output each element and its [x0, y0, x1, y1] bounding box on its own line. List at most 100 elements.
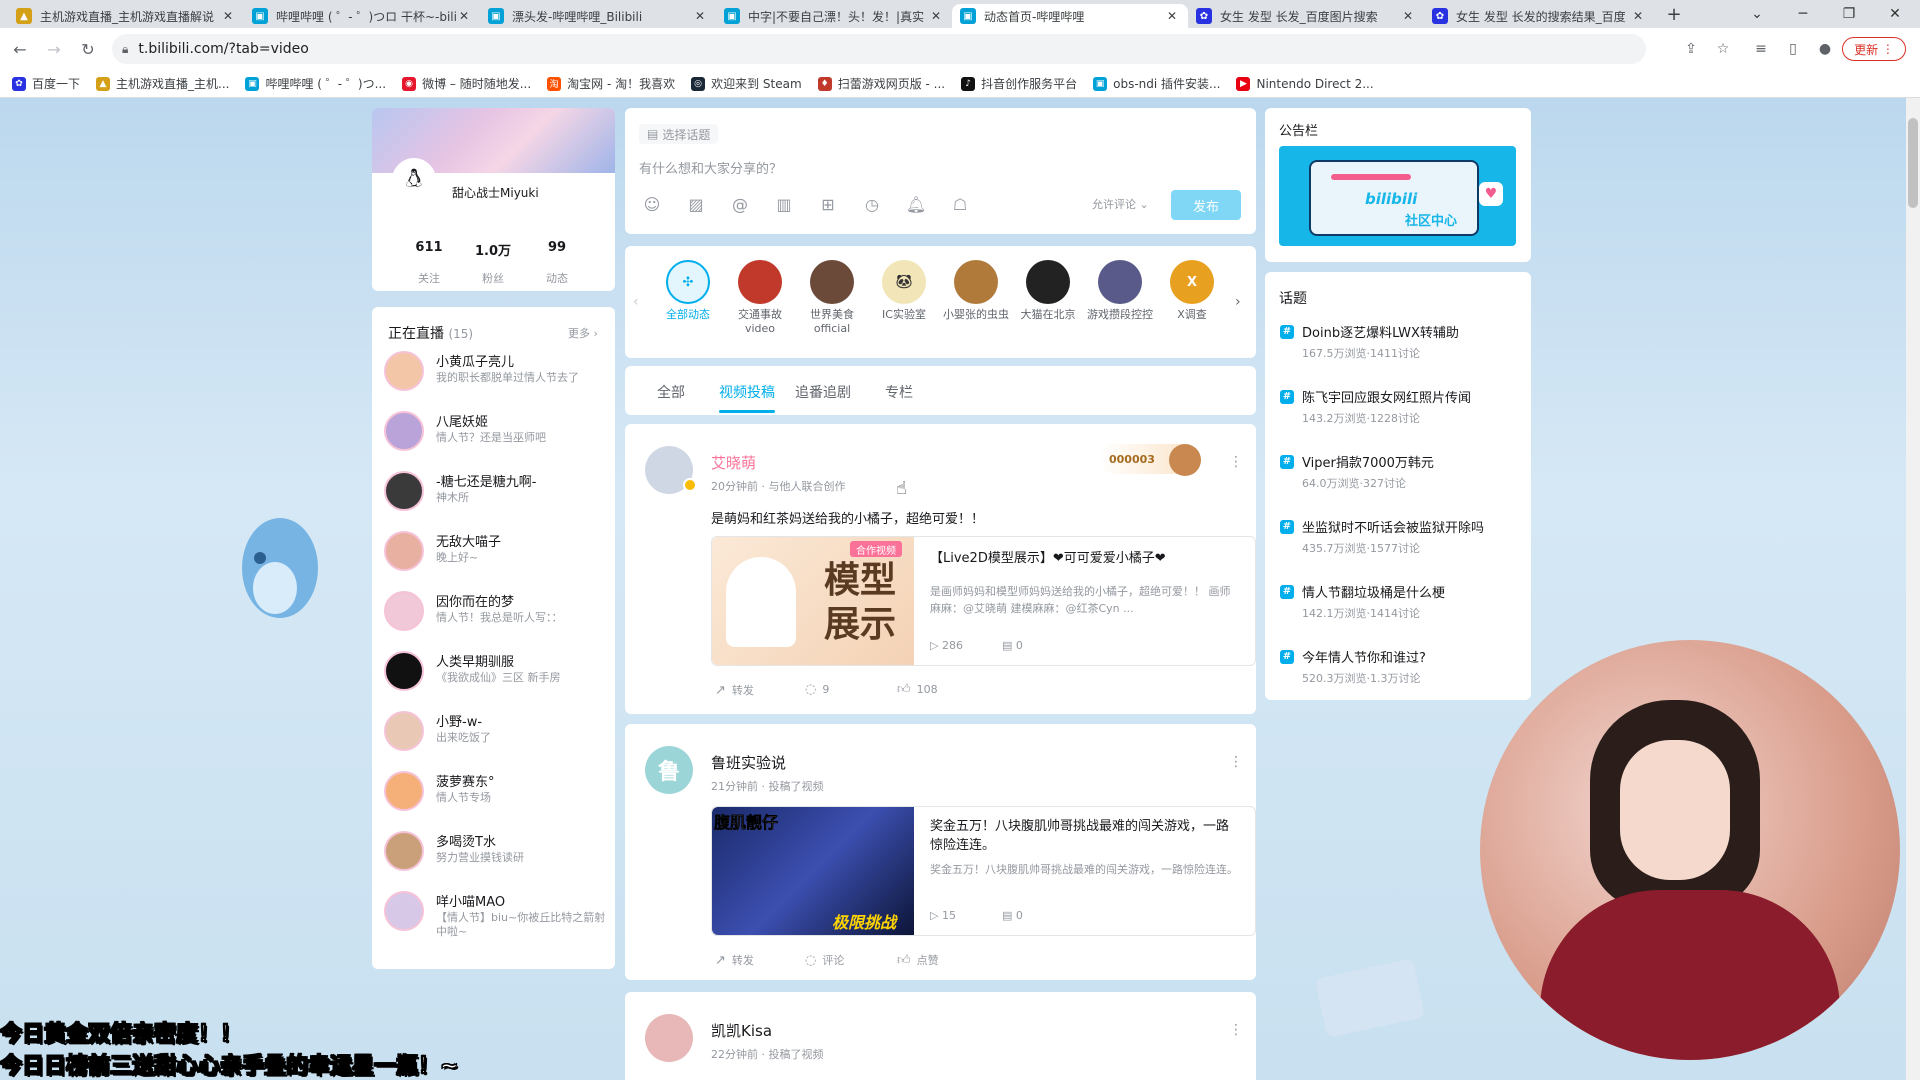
tab-all[interactable]: 全部: [657, 382, 685, 402]
close-icon[interactable]: ✕: [456, 9, 472, 23]
live-item[interactable]: 因你而在的梦 情人节！我总是听人写：：: [384, 587, 604, 639]
up-item[interactable]: 🐼︎ IC实验室: [869, 260, 939, 322]
reminder-icon[interactable]: 🔔︎: [905, 193, 927, 215]
minimize-icon[interactable]: ─: [1780, 0, 1826, 28]
up-item-all[interactable]: ✣ 全部动态: [653, 260, 723, 322]
bookmark-item[interactable]: ▣ 哔哩哔哩 ( ゜- ゜)つ...: [245, 75, 386, 92]
video-card[interactable]: 模型展示 合作视频 【Live2D模型展示】❤可可爱爱小橘子❤ 是画师妈妈和模型…: [711, 536, 1256, 666]
media-icon[interactable]: ≡: [1748, 36, 1774, 62]
up-item[interactable]: X X调查: [1157, 260, 1227, 322]
topic-item[interactable]: # 坐监狱时不听话会被监狱开除吗 435.7万浏览·1577讨论: [1280, 517, 1500, 556]
profile-icon[interactable]: ●: [1812, 36, 1838, 62]
more-icon[interactable]: ⋮: [1229, 454, 1243, 470]
image-icon[interactable]: ▨: [685, 193, 707, 215]
restore-icon[interactable]: ❐: [1826, 0, 1872, 28]
more-icon[interactable]: ⋮: [1229, 754, 1243, 770]
scrollbar-track[interactable]: [1906, 98, 1920, 1080]
post-author[interactable]: 艾晓萌: [711, 452, 756, 473]
sidepanel-icon[interactable]: ▯: [1780, 36, 1806, 62]
browser-tab[interactable]: ▣ 中字|不要自己漂！头！发！|真实 ✕: [716, 4, 952, 28]
live-item[interactable]: 人类早期驯服 《我欲成仙》三区 新手房: [384, 647, 604, 699]
avatar[interactable]: 鲁: [645, 746, 693, 794]
tab-article[interactable]: 专栏: [885, 382, 913, 402]
bookmark-item[interactable]: ♦ 扫蕾游戏网页版 - ...: [817, 75, 945, 92]
browser-tab[interactable]: ▲ 主机游戏直播_主机游戏直播解说 ✕: [8, 4, 244, 28]
browser-tab[interactable]: ✿ 女生 发型 长发的搜索结果_百度 ✕: [1424, 4, 1654, 28]
up-item[interactable]: 世界美食official: [797, 260, 867, 336]
bookmark-item[interactable]: ▲ 主机游戏直播_主机...: [96, 75, 229, 92]
forward-icon[interactable]: →: [40, 35, 68, 63]
bookmark-item[interactable]: ◉ 微博 – 随时随地发...: [402, 75, 531, 92]
topic-item[interactable]: # Doinb逐艺爆料LWX转辅助 167.5万浏览·1411讨论: [1280, 322, 1500, 361]
up-item[interactable]: 交通事故video: [725, 260, 795, 336]
close-icon[interactable]: ✕: [692, 9, 708, 23]
tab-video[interactable]: 视频投稿: [719, 382, 775, 402]
comment-button[interactable]: ◌ 评论: [805, 952, 844, 968]
publish-button[interactable]: 发布: [1171, 190, 1241, 220]
new-tab-button[interactable]: +: [1662, 4, 1686, 25]
up-item[interactable]: 大猫在北京: [1013, 260, 1083, 322]
more-icon[interactable]: ⋮: [1229, 1022, 1243, 1038]
browser-tab[interactable]: ▣ 漂头发-哔哩哔哩_Bilibili ✕: [480, 4, 716, 28]
like-button[interactable]: 👍︎ 点赞: [897, 952, 939, 968]
comment-option-dropdown[interactable]: 允许评论 ⌄: [1092, 196, 1149, 212]
topic-item[interactable]: # 陈飞宇回应跟女网红照片传闻 143.2万浏览·1228讨论: [1280, 387, 1500, 426]
live-item[interactable]: 菠萝赛东° 情人节专场: [384, 767, 604, 819]
gift-icon[interactable]: ⊞: [817, 193, 839, 215]
posts-count[interactable]: 99: [532, 240, 582, 255]
bookmark-item[interactable]: ♪ 抖音创作服务平台: [961, 75, 1077, 92]
chevron-left-icon[interactable]: ‹: [633, 294, 639, 310]
close-icon[interactable]: ✕: [220, 9, 236, 23]
like-button[interactable]: 👍︎ 108: [897, 682, 938, 697]
comment-button[interactable]: ◌ 9: [805, 682, 829, 697]
followers-count[interactable]: 1.0万: [468, 240, 518, 259]
bookmark-item[interactable]: 淘淘宝网 - 淘！我喜欢: [547, 75, 675, 92]
topic-item[interactable]: # 今年情人节你和谁过? 520.3万浏览·1.3万讨论: [1280, 647, 1500, 686]
browser-tab-active[interactable]: ▣ 动态首页-哔哩哔哩 ✕: [952, 4, 1188, 28]
live-item[interactable]: 小黄瓜子亮儿 我的职长都脱单过情人节去了: [384, 347, 604, 399]
video-thumbnail[interactable]: 模型展示 合作视频: [712, 537, 914, 665]
schedule-icon[interactable]: ◷: [861, 193, 883, 215]
back-icon[interactable]: ←: [6, 35, 34, 63]
close-icon[interactable]: ✕: [1630, 9, 1646, 23]
live-item[interactable]: 小野-w- 出来吃饭了: [384, 707, 604, 759]
following-count[interactable]: 611: [404, 240, 454, 255]
close-icon[interactable]: ✕: [928, 9, 944, 23]
tab-bangumi[interactable]: 追番追剧: [795, 382, 851, 402]
topic-item[interactable]: # 情人节翻垃圾桶是什么梗 142.1万浏览·1414讨论: [1280, 582, 1500, 621]
close-icon[interactable]: ✕: [1400, 9, 1416, 23]
avatar[interactable]: [645, 1014, 693, 1062]
live-item[interactable]: 咩小喵MAO 【情人节】biu~你被丘比特之箭射中啦~: [384, 887, 605, 939]
community-banner[interactable]: bilibili 社区中心 ♥: [1279, 146, 1516, 246]
composer-input[interactable]: 有什么想和大家分享的？: [639, 158, 782, 177]
live-more-link[interactable]: 更多 ›: [568, 325, 598, 341]
emoji-icon[interactable]: ☺: [641, 193, 663, 215]
bookmark-item[interactable]: ▣ obs-ndi 插件安装...: [1093, 75, 1220, 92]
browser-tab[interactable]: ▣ 哔哩哔哩 ( ゜- ゜)つロ 干杯~-bili ✕: [244, 4, 480, 28]
live-item[interactable]: 八尾妖姬 情人节？还是当巫师吧: [384, 407, 604, 459]
bookmark-item[interactable]: ✿ 百度一下: [12, 75, 80, 92]
profile-name[interactable]: 甜心战士Miyuki: [452, 184, 539, 201]
live-item[interactable]: -糖七还是糖九啊- 神木所: [384, 467, 604, 519]
chevron-right-icon[interactable]: ›: [1235, 294, 1241, 310]
video-title[interactable]: 【Live2D模型展示】❤可可爱爱小橘子❤: [930, 547, 1240, 566]
video-card[interactable]: 腹肌靓仔 极限挑战 奖金五万！八块腹肌帅哥挑战最难的闯关游戏，一路惊险连连。 奖…: [711, 806, 1256, 936]
url-bar[interactable]: 🔒︎ t.bilibili.com/?tab=video: [112, 34, 1646, 64]
topic-item[interactable]: # Viper捐款7000万韩元 64.0万浏览·327讨论: [1280, 452, 1500, 491]
bookmark-star-icon[interactable]: ☆: [1710, 36, 1736, 62]
up-item[interactable]: 小婴张的虫虫: [941, 260, 1011, 322]
video-thumbnail[interactable]: 腹肌靓仔 极限挑战: [712, 807, 914, 935]
bookmark-item[interactable]: ◎ 欢迎来到 Steam: [691, 75, 802, 92]
live-item[interactable]: 多喝烫T水 努力营业摸钱读研: [384, 827, 604, 879]
browser-tab[interactable]: ✿ 女生 发型 长发_百度图片搜索 ✕: [1188, 4, 1424, 28]
mention-icon[interactable]: @: [729, 193, 751, 215]
window-close-icon[interactable]: ✕: [1872, 0, 1918, 28]
video-title[interactable]: 奖金五万！八块腹肌帅哥挑战最难的闯关游戏，一路惊险连连。: [930, 817, 1230, 855]
scrollbar-thumb[interactable]: [1908, 118, 1918, 208]
bookmark-item[interactable]: ▶ Nintendo Direct 2...: [1236, 76, 1374, 91]
reload-icon[interactable]: ↻: [74, 35, 102, 63]
lock-icon[interactable]: 🔒︎: [122, 42, 128, 57]
post-author[interactable]: 凯凯Kisa: [711, 1020, 772, 1041]
update-button[interactable]: 更新 ⋮: [1842, 37, 1906, 61]
profile-avatar[interactable]: 🐧︎: [392, 158, 436, 202]
